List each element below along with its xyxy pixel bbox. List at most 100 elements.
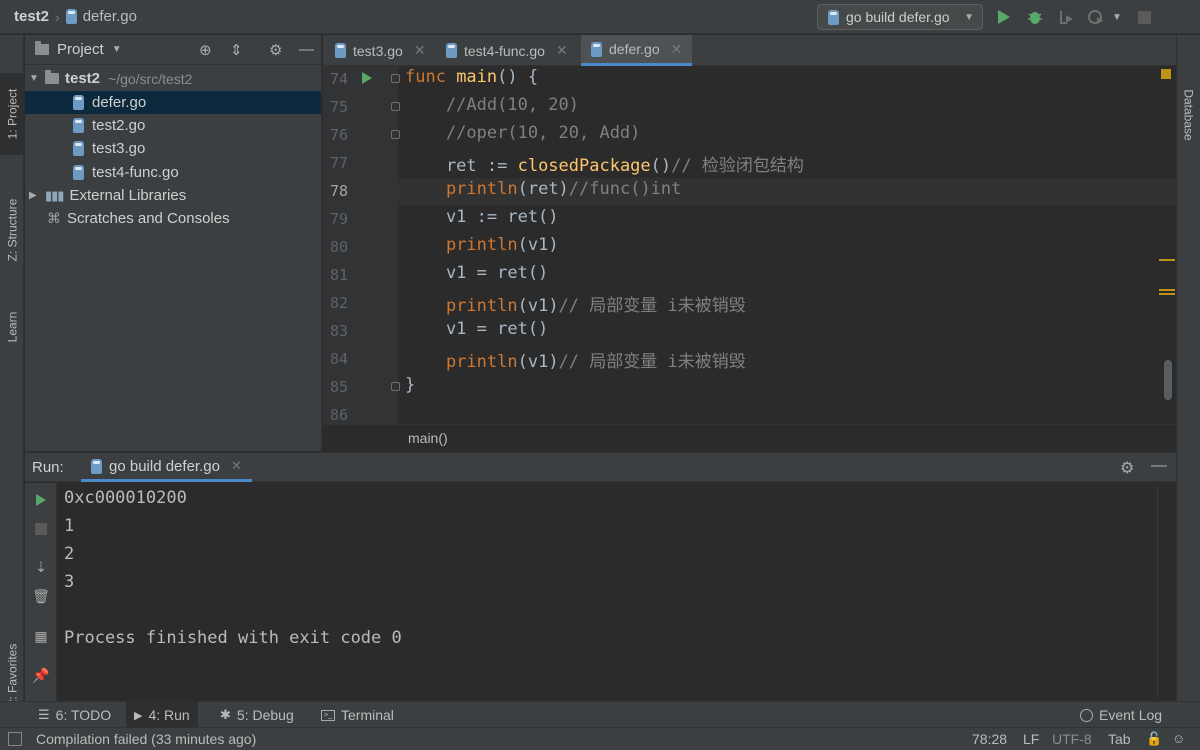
- tool-tab-terminal[interactable]: >_ Terminal: [313, 702, 402, 728]
- line-number: 82: [329, 294, 348, 312]
- chevron-right-icon[interactable]: ▶: [29, 190, 43, 201]
- console-scrollbar[interactable]: [1157, 485, 1167, 699]
- breadcrumb-function[interactable]: main(): [408, 430, 448, 446]
- rerun-icon[interactable]: [33, 492, 49, 508]
- pin-icon[interactable]: 📌: [32, 667, 49, 683]
- fold-icon[interactable]: [391, 102, 400, 111]
- go-file-icon: [65, 9, 77, 24]
- status-bar: Compilation failed (33 minutes ago) 78:2…: [0, 727, 1200, 750]
- line-number: 86: [329, 406, 348, 424]
- chevron-down-icon[interactable]: ▼: [1108, 8, 1126, 26]
- go-file-icon: [73, 95, 84, 110]
- editor-scrollbar[interactable]: [1164, 360, 1172, 400]
- debug-icon[interactable]: [1026, 8, 1044, 26]
- line-separator[interactable]: LF: [1023, 731, 1039, 747]
- code-line: }: [405, 375, 416, 395]
- tool-tab-debug[interactable]: ✱ 5: Debug: [212, 702, 302, 728]
- close-icon[interactable]: ✕: [671, 41, 683, 58]
- go-file-icon: [335, 43, 346, 58]
- go-file-icon: [91, 458, 102, 474]
- tree-item-external-libraries[interactable]: ▶ ▮▮▮ External Libraries: [25, 184, 321, 207]
- warning-stripe[interactable]: [1159, 259, 1175, 261]
- line-number: 76: [329, 126, 348, 144]
- toggle-tool-windows-icon[interactable]: [8, 732, 22, 746]
- tree-item-file[interactable]: defer.go: [25, 91, 321, 114]
- tree-item-file[interactable]: test4-func.go: [25, 161, 321, 184]
- event-log-button[interactable]: Event Log: [1072, 702, 1170, 728]
- scratches-icon: ⌘: [47, 210, 61, 226]
- code-line: println(v1)// 局部变量 i未被销毁: [445, 352, 746, 372]
- tab-defer-go[interactable]: defer.go ✕: [581, 35, 693, 66]
- locate-file-icon[interactable]: ⊕: [199, 41, 212, 59]
- console-output[interactable]: 0xc000010200 1 2 3 Process finished with…: [58, 483, 1176, 701]
- code-line: v1 := ret(): [405, 207, 559, 227]
- tree-item-project-root[interactable]: ▼ test2 ~/go/src/test2: [25, 67, 321, 90]
- file-encoding[interactable]: UTF-8: [1052, 731, 1092, 747]
- hide-panel-icon[interactable]: —: [1151, 457, 1167, 475]
- status-message[interactable]: Compilation failed (33 minutes ago): [36, 731, 256, 747]
- stop-icon[interactable]: [33, 521, 49, 537]
- run-gutter-icon[interactable]: [361, 71, 373, 88]
- tool-window-learn[interactable]: Learn: [0, 297, 24, 357]
- warning-stripe[interactable]: [1159, 293, 1175, 295]
- tool-window-structure[interactable]: Z: Structure: [0, 185, 24, 275]
- tree-item-file[interactable]: test3.go: [25, 137, 321, 160]
- list-icon: ☰: [38, 707, 50, 722]
- inspector-icon[interactable]: ☺: [1172, 731, 1185, 746]
- collapse-all-icon[interactable]: ⇕: [230, 41, 243, 59]
- fold-icon[interactable]: [391, 130, 400, 139]
- console-line: 3: [64, 572, 75, 592]
- event-log-icon: [1080, 708, 1093, 722]
- layout-icon[interactable]: ▦: [33, 628, 49, 644]
- trash-icon[interactable]: 🗑: [32, 588, 50, 604]
- lock-icon[interactable]: 🔓: [1146, 731, 1162, 747]
- breadcrumb-file[interactable]: defer.go: [83, 8, 137, 25]
- chevron-down-icon: ▼: [964, 11, 974, 23]
- stop-icon[interactable]: [1135, 8, 1153, 26]
- profiler-icon[interactable]: [1087, 8, 1105, 26]
- go-file-icon: [828, 9, 839, 25]
- tab-test4-func-go[interactable]: test4-func.go ✕: [436, 35, 578, 66]
- warning-stripe[interactable]: [1159, 289, 1175, 291]
- indent-setting[interactable]: Tab: [1108, 731, 1131, 747]
- chevron-down-icon[interactable]: ▼: [112, 44, 122, 55]
- project-view-icon: [35, 41, 49, 55]
- gear-icon[interactable]: ⚙: [1120, 458, 1134, 478]
- left-tool-stripe: 1: Project Z: Structure Learn 2: Favorit…: [0, 35, 24, 706]
- tool-window-project[interactable]: 1: Project: [0, 73, 24, 155]
- breadcrumb-project[interactable]: test2: [14, 8, 49, 25]
- run-coverage-icon[interactable]: [1057, 8, 1075, 26]
- fold-icon[interactable]: [391, 382, 400, 391]
- close-icon[interactable]: ✕: [556, 42, 568, 59]
- console-line: 2: [64, 544, 75, 564]
- run-panel-header: Run: go build defer.go ✕ ⚙ —: [25, 452, 1176, 482]
- tab-test3-go[interactable]: test3.go ✕: [325, 35, 436, 66]
- gear-icon[interactable]: ⚙: [269, 41, 282, 59]
- tool-window-database[interactable]: Database: [1177, 65, 1200, 165]
- tool-tab-todo[interactable]: ☰ 6: TODO: [30, 702, 119, 728]
- chevron-down-icon[interactable]: ▼: [29, 73, 43, 84]
- code-line: println(ret)//func()int: [445, 179, 682, 199]
- tree-item-scratches[interactable]: ⌘ Scratches and Consoles: [25, 207, 321, 230]
- close-icon[interactable]: ✕: [231, 458, 242, 474]
- run-toolstrip: ⇣ 🗑 ▦ 📌: [25, 483, 57, 701]
- caret-position[interactable]: 78:28: [972, 731, 1007, 747]
- run-icon[interactable]: [995, 8, 1013, 26]
- line-number: 85: [329, 378, 348, 396]
- hide-panel-icon[interactable]: —: [299, 41, 314, 58]
- sort-icon[interactable]: ⇣: [33, 559, 49, 575]
- console-line: 1: [64, 516, 75, 536]
- warning-marker-icon[interactable]: [1161, 69, 1171, 79]
- debug-icon: ✱: [220, 707, 231, 722]
- code-editor[interactable]: 74 75 76 77 78 79 80 81 82 83 84 85 86 f…: [323, 66, 1176, 424]
- run-configuration-select[interactable]: go build defer.go ▼: [817, 4, 983, 30]
- run-tab[interactable]: go build defer.go ✕: [81, 453, 252, 482]
- tool-tab-run[interactable]: ▶ 4: Run: [126, 702, 198, 728]
- line-number: 77: [329, 154, 348, 172]
- close-icon[interactable]: ✕: [414, 42, 426, 59]
- project-view-select[interactable]: Project: [57, 41, 104, 58]
- code-line: func main() {: [405, 67, 539, 87]
- code-line: v1 = ret(): [405, 319, 549, 339]
- tree-item-file[interactable]: test2.go: [25, 114, 321, 137]
- fold-icon[interactable]: [391, 74, 400, 83]
